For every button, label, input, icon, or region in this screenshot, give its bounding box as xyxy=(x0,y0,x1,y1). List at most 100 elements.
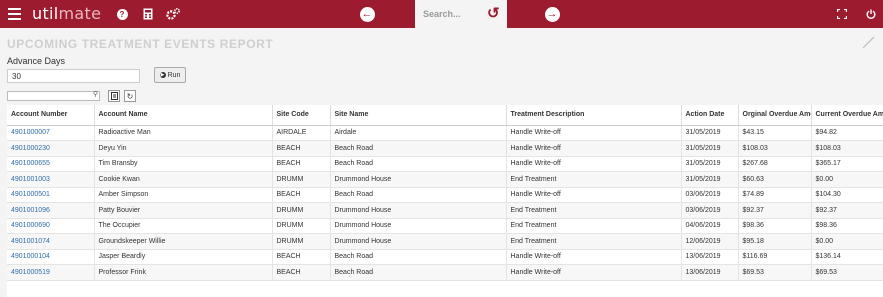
col-header-account-name[interactable]: Account Name xyxy=(94,105,273,126)
power-icon[interactable] xyxy=(865,0,877,28)
col-header-site-code[interactable]: Site Code xyxy=(272,105,331,126)
site-code-cell: BEACH xyxy=(272,249,331,265)
account-number-link[interactable]: 4901000655 xyxy=(7,156,95,172)
treatment-description-cell: Handle Write-off xyxy=(506,156,682,172)
play-icon: ▶ xyxy=(159,72,166,78)
top-bar: utilmate ? ← ↺ → xyxy=(0,0,883,28)
advance-days-label: Advance Days xyxy=(7,56,66,66)
refresh-icon[interactable]: ↻ xyxy=(124,90,136,102)
account-number-link[interactable]: 4901000690 xyxy=(7,218,95,234)
current-overdue-cell: $136.14 xyxy=(811,249,883,265)
advance-days-field[interactable] xyxy=(7,69,140,83)
action-date-cell: 31/05/2019 xyxy=(681,125,739,141)
table-row[interactable]: 4901000690 The Occupier DRUMM Drummond H… xyxy=(7,218,883,234)
account-number-link[interactable]: 4901001096 xyxy=(7,202,95,219)
calculator-icon[interactable] xyxy=(142,0,154,28)
account-name-cell: Amber Simpson xyxy=(94,187,273,203)
site-name-cell: Drummond House xyxy=(330,202,507,219)
table-row[interactable]: 4901001096 Patty Bouvier DRUMM Drummond … xyxy=(7,202,883,219)
table-row[interactable]: 4901000655 Tim Bransby BEACH Beach Road … xyxy=(7,156,883,172)
col-header-site-name[interactable]: Site Name xyxy=(330,105,507,126)
site-name-cell: Beach Road xyxy=(330,264,507,281)
original-overdue-cell: $116.69 xyxy=(738,249,812,265)
run-button[interactable]: ▶ Run xyxy=(154,67,186,83)
treatment-description-cell: Handle Write-off xyxy=(506,264,682,281)
action-date-cell: 04/06/2019 xyxy=(681,218,739,234)
help-icon[interactable]: ? xyxy=(116,0,128,28)
original-overdue-cell: $108.03 xyxy=(738,140,812,157)
treatment-description-cell: End Treatment xyxy=(506,171,682,188)
treatment-description-cell: Handle Write-off xyxy=(506,249,682,265)
account-number-link[interactable]: 4901000501 xyxy=(7,187,95,203)
account-name-cell: Tim Bransby xyxy=(94,156,273,172)
col-header-original-overdue[interactable]: Orginal Overdue Amount xyxy=(738,105,812,126)
account-name-cell: Professor Frink xyxy=(94,264,273,281)
original-overdue-cell: $60.63 xyxy=(738,171,812,188)
settings-icon[interactable] xyxy=(165,0,181,28)
account-number-link[interactable]: 4901000007 xyxy=(7,125,95,141)
treatment-description-cell: Handle Write-off xyxy=(506,125,682,141)
table-row[interactable]: 4901000230 Deyu Yin BEACH Beach Road Han… xyxy=(7,140,883,157)
treatment-description-cell: End Treatment xyxy=(506,218,682,234)
action-date-cell: 31/05/2019 xyxy=(681,140,739,157)
site-code-cell: AIRDALE xyxy=(272,125,331,141)
table-row[interactable]: 4901000501 Amber Simpson BEACH Beach Roa… xyxy=(7,187,883,203)
current-overdue-cell: $108.03 xyxy=(811,140,883,157)
account-number-link[interactable]: 4901001074 xyxy=(7,233,95,250)
table-row[interactable]: 4901000007 Radioactive Man AIRDALE Airda… xyxy=(7,125,883,141)
account-name-cell: Radioactive Man xyxy=(94,125,273,141)
col-header-current-overdue[interactable]: Current Overdue Amount xyxy=(811,105,883,126)
action-date-cell: 12/06/2019 xyxy=(681,233,739,250)
page-title: UPCOMING TREATMENT EVENTS REPORT xyxy=(7,37,274,51)
col-header-action-date[interactable]: Action Date xyxy=(681,105,739,126)
run-button-label: Run xyxy=(167,71,181,79)
site-code-cell: DRUMM xyxy=(272,202,331,219)
action-date-cell: 03/06/2019 xyxy=(681,187,739,203)
action-date-cell: 13/06/2019 xyxy=(681,249,739,265)
site-code-cell: DRUMM xyxy=(272,233,331,250)
export-icon[interactable] xyxy=(108,90,120,102)
table-row[interactable]: 4901001003 Cookie Kwan DRUMM Drummond Ho… xyxy=(7,171,883,188)
account-name-cell: Jasper Beardly xyxy=(94,249,273,265)
site-code-cell: BEACH xyxy=(272,140,331,157)
site-name-cell: Beach Road xyxy=(330,187,507,203)
site-name-cell: Drummond House xyxy=(330,218,507,234)
menu-icon[interactable] xyxy=(7,0,21,28)
site-code-cell: BEACH xyxy=(272,264,331,281)
table-row[interactable]: 4901001074 Groundskeeper Willie DRUMM Dr… xyxy=(7,233,883,250)
site-name-cell: Airdale xyxy=(330,125,507,141)
site-name-cell: Beach Road xyxy=(330,156,507,172)
site-code-cell: DRUMM xyxy=(272,171,331,188)
app-logo[interactable]: utilmate xyxy=(32,4,101,23)
fullscreen-icon[interactable] xyxy=(836,0,848,28)
account-number-link[interactable]: 4901000104 xyxy=(7,249,95,265)
edit-icon[interactable] xyxy=(862,36,875,52)
table-row[interactable]: 4901000519 Professor Frink BEACH Beach R… xyxy=(7,264,883,281)
forward-arrow-icon[interactable]: → xyxy=(544,0,560,28)
action-date-cell: 31/05/2019 xyxy=(681,156,739,172)
site-name-cell: Drummond House xyxy=(330,233,507,250)
account-name-cell: Cookie Kwan xyxy=(94,171,273,188)
original-overdue-cell: $69.53 xyxy=(738,264,812,281)
back-arrow-icon[interactable]: ← xyxy=(359,0,375,28)
account-number-link[interactable]: 4901000230 xyxy=(7,140,95,157)
site-name-cell: Beach Road xyxy=(330,249,507,265)
undo-icon[interactable]: ↺ xyxy=(487,4,500,22)
account-number-link[interactable]: 4901000519 xyxy=(7,264,95,281)
current-overdue-cell: $104.30 xyxy=(811,187,883,203)
current-overdue-cell: $92.37 xyxy=(811,202,883,219)
site-code-cell: BEACH xyxy=(272,156,331,172)
account-name-cell: Patty Bouvier xyxy=(94,202,273,219)
grid-filter-input[interactable]: ⚲ xyxy=(7,91,100,101)
col-header-treatment-description[interactable]: Treatment Description xyxy=(506,105,682,126)
account-number-link[interactable]: 4901001003 xyxy=(7,171,95,188)
events-grid: Account Number Account Name Site Code Si… xyxy=(7,105,883,297)
account-name-cell: Deyu Yin xyxy=(94,140,273,157)
col-header-account-number[interactable]: Account Number xyxy=(7,105,95,126)
search-input[interactable] xyxy=(423,7,485,21)
site-name-cell: Drummond House xyxy=(330,171,507,188)
search-box: ↺ xyxy=(415,0,507,28)
action-date-cell: 03/06/2019 xyxy=(681,202,739,219)
treatment-description-cell: End Treatment xyxy=(506,233,682,250)
table-row[interactable]: 4901000104 Jasper Beardly BEACH Beach Ro… xyxy=(7,249,883,265)
